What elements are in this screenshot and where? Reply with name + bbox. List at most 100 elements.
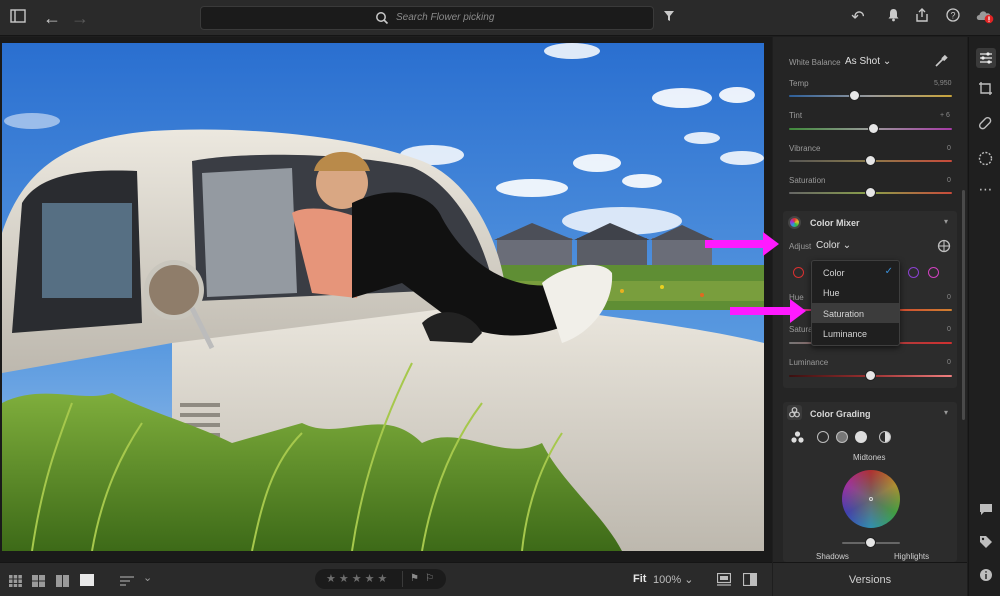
midtones-label: Midtones <box>853 453 886 462</box>
saturation-label: Saturation <box>789 176 826 185</box>
grid-view-small-icon[interactable] <box>9 574 22 587</box>
chevron-down-icon: ⌄ <box>842 240 852 251</box>
tag-icon[interactable] <box>977 535 994 552</box>
flag-pick-icon[interactable]: ⚑ <box>410 573 419 584</box>
annotation-arrow-saturation <box>730 299 806 323</box>
midtones-luminance-knob[interactable] <box>865 537 876 548</box>
right-tool-strip: ⋯ <box>968 37 1000 596</box>
color-grading-icon <box>787 405 802 420</box>
rating-and-flags: ★★★★★ ⚑ ⚐ <box>315 569 446 589</box>
white-balance-label: White Balance <box>789 58 841 67</box>
three-way-view-icon[interactable] <box>790 430 805 444</box>
luminance-value: 0 <box>947 359 951 366</box>
help-icon[interactable]: ? <box>943 8 963 28</box>
edit-sliders-icon[interactable] <box>976 48 996 68</box>
option-label: Color <box>823 268 845 278</box>
back-arrow-icon[interactable]: ← <box>42 8 62 28</box>
color-wheel-handle[interactable] <box>869 497 873 501</box>
sort-icon[interactable] <box>120 574 134 586</box>
healing-brush-icon[interactable] <box>977 116 994 133</box>
color-mixer-title: Color Mixer <box>810 218 860 228</box>
temp-label: Temp <box>789 79 809 88</box>
annotation-arrow-adjust <box>705 232 779 256</box>
top-bar: ← → Search Flower picking ↶ ? <box>0 0 1000 36</box>
photo-canvas[interactable] <box>0 37 772 562</box>
grid-view-large-icon[interactable] <box>32 574 45 587</box>
search-placeholder: Search Flower picking <box>396 12 495 23</box>
adjust-dropdown[interactable]: Color ⌄ <box>816 240 851 251</box>
magenta-swatch[interactable] <box>928 267 939 278</box>
dropdown-option-color[interactable]: Color ✓ <box>812 262 899 282</box>
vibrance-slider-knob[interactable] <box>865 155 876 166</box>
filter-icon[interactable] <box>659 8 679 28</box>
divider <box>402 571 403 587</box>
before-after-icon[interactable] <box>716 572 732 586</box>
flag-reject-icon[interactable]: ⚐ <box>425 573 434 584</box>
crop-icon[interactable] <box>977 81 994 98</box>
targeted-adjustment-icon[interactable] <box>937 239 951 253</box>
adjust-value: Color <box>816 240 840 251</box>
option-label: Luminance <box>823 329 868 339</box>
saturation-slider-knob[interactable] <box>865 187 876 198</box>
search-icon <box>376 12 389 25</box>
compare-view-icon[interactable] <box>56 574 69 587</box>
dropdown-option-saturation[interactable]: Saturation <box>812 303 899 323</box>
more-options-icon[interactable]: ⋯ <box>977 181 994 198</box>
collapse-icon[interactable]: ▾ <box>944 217 948 226</box>
midtones-view-icon[interactable] <box>836 431 848 443</box>
luminance-slider-knob[interactable] <box>865 370 876 381</box>
global-view-icon[interactable] <box>879 431 891 443</box>
chevron-down-icon: ⌄ <box>684 574 694 586</box>
collapse-icon[interactable]: ▾ <box>944 408 948 417</box>
highlights-view-icon[interactable] <box>855 431 867 443</box>
option-label: Saturation <box>823 309 865 319</box>
vibrance-value: 0 <box>947 145 951 152</box>
main-photo <box>2 43 764 551</box>
vibrance-label: Vibrance <box>789 144 821 153</box>
notification-bell-icon[interactable] <box>883 8 903 28</box>
panel-toggle-icon[interactable] <box>8 8 28 28</box>
eyedropper-icon[interactable] <box>934 54 948 68</box>
temp-value: 5,950 <box>934 80 952 87</box>
tint-label: Tint <box>789 111 803 120</box>
chevron-down-icon[interactable]: ⌄ <box>143 571 152 584</box>
highlights-label: Highlights <box>894 552 930 561</box>
tint-slider-knob[interactable] <box>868 123 879 134</box>
versions-button[interactable]: Versions <box>773 562 967 596</box>
purple-swatch[interactable] <box>908 267 919 278</box>
adjust-dropdown-menu: Color ✓ Hue Saturation Luminance <box>811 260 900 346</box>
hue-value: 0 <box>947 294 951 301</box>
red-swatch[interactable] <box>793 267 804 278</box>
saturation-value: 0 <box>947 177 951 184</box>
detail-view-icon[interactable] <box>80 574 94 586</box>
tint-value: + 6 <box>940 112 950 119</box>
white-balance-value: As Shot <box>845 56 881 67</box>
zoom-value: 100% <box>653 574 682 586</box>
undo-icon[interactable]: ↶ <box>848 8 868 28</box>
masking-icon[interactable] <box>977 151 994 168</box>
zoom-level-dropdown[interactable]: 100% ⌄ <box>653 573 693 586</box>
white-balance-dropdown[interactable]: As Shot ⌄ <box>845 56 891 67</box>
temp-slider-track[interactable] <box>789 95 952 97</box>
svg-text:?: ? <box>950 11 955 21</box>
luminance-label: Luminance <box>789 358 829 367</box>
dropdown-option-hue[interactable]: Hue <box>812 282 899 302</box>
adjust-label: Adjust <box>789 242 812 251</box>
share-icon[interactable] <box>912 8 932 28</box>
dropdown-option-luminance[interactable]: Luminance <box>812 323 899 343</box>
panel-scrollbar[interactable] <box>962 190 965 420</box>
option-label: Hue <box>823 288 840 298</box>
comments-icon[interactable] <box>977 502 994 519</box>
star-rating[interactable]: ★★★★★ <box>326 572 390 585</box>
fit-zoom-button[interactable]: Fit <box>633 573 646 585</box>
temp-slider-knob[interactable] <box>849 90 860 101</box>
shadows-view-icon[interactable] <box>817 431 829 443</box>
info-icon[interactable] <box>977 568 994 585</box>
color-mixer-icon <box>788 216 801 229</box>
split-view-icon[interactable] <box>742 572 758 587</box>
cloud-sync-icon[interactable] <box>975 8 995 28</box>
checkmark-icon: ✓ <box>884 266 893 277</box>
search-input[interactable]: Search Flower picking <box>200 6 654 30</box>
shadows-label: Shadows <box>816 552 849 561</box>
forward-arrow-icon[interactable]: → <box>70 8 90 28</box>
